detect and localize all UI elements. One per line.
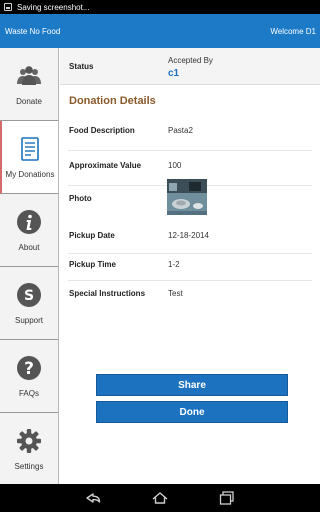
info-icon — [16, 209, 42, 235]
status-notification-text: Saving screenshot... — [17, 2, 90, 12]
sidebar-item-support[interactable]: S Support — [0, 267, 58, 340]
pickup-time-value: 1-2 — [168, 260, 180, 269]
sidebar-item-label: FAQs — [18, 388, 39, 398]
sidebar-item-donate[interactable]: Donate — [0, 48, 58, 121]
sidebar-item-label: Donate — [16, 96, 42, 106]
food-description-row: Food Description Pasta2 — [68, 116, 312, 151]
accepted-by-label: Accepted By — [168, 56, 213, 65]
sidebar-item-label: Settings — [14, 462, 44, 471]
section-title: Donation Details — [69, 95, 156, 107]
approximate-value-value: 100 — [168, 161, 182, 170]
sidebar-item-label: About — [18, 242, 40, 252]
app-bar: Waste No Food Welcome D1 — [0, 14, 320, 48]
approximate-value-label: Approximate Value — [69, 161, 142, 170]
back-icon[interactable] — [84, 490, 102, 506]
document-icon — [17, 136, 43, 162]
recent-apps-icon[interactable] — [218, 490, 236, 506]
done-button[interactable]: Done — [96, 401, 288, 423]
app-title: Waste No Food — [5, 26, 61, 36]
food-description-value: Pasta2 — [168, 126, 193, 135]
donation-details-panel: Status Accepted By c1 Donation Details F… — [60, 48, 320, 484]
pickup-time-label: Pickup Time — [69, 260, 116, 269]
status-label: Status — [69, 62, 94, 71]
sidebar-item-faqs[interactable]: ? FAQs — [0, 340, 58, 413]
pickup-date-row: Pickup Date 12-18-2014 — [68, 220, 312, 254]
support-icon: S — [16, 282, 42, 308]
home-icon[interactable] — [151, 490, 169, 506]
special-instructions-value: Test — [168, 289, 183, 298]
pickup-date-value: 12-18-2014 — [168, 231, 209, 240]
status-bar: Saving screenshot... — [0, 0, 320, 14]
food-photo[interactable] — [167, 179, 207, 215]
pickup-date-label: Pickup Date — [69, 231, 115, 240]
sidebar-item-label: My Donations — [5, 169, 55, 179]
welcome-text: Welcome D1 — [270, 26, 316, 36]
svg-text:?: ? — [24, 359, 34, 379]
sidebar-item-label: Support — [14, 315, 44, 325]
status-row: Status Accepted By c1 — [60, 48, 320, 85]
share-button[interactable]: Share — [96, 374, 288, 396]
gear-icon — [16, 428, 42, 454]
special-instructions-row: Special Instructions Test — [68, 281, 312, 308]
system-navigation-bar — [0, 484, 320, 512]
svg-text:S: S — [24, 288, 34, 304]
special-instructions-label: Special Instructions — [69, 289, 146, 298]
sidebar-item-about[interactable]: About — [0, 194, 58, 267]
food-description-label: Food Description — [69, 126, 135, 135]
sidebar-item-my-donations[interactable]: My Donations — [0, 121, 58, 194]
pickup-time-row: Pickup Time 1-2 — [68, 254, 312, 281]
people-icon — [16, 63, 42, 89]
accepted-by-value: c1 — [168, 68, 180, 79]
question-icon: ? — [16, 355, 42, 381]
sidebar: Donate My Donations About S Support ? FA… — [0, 48, 59, 486]
sidebar-item-settings[interactable]: Settings — [0, 413, 58, 486]
photo-label: Photo — [69, 194, 92, 203]
screenshot-notification-icon — [4, 3, 12, 11]
